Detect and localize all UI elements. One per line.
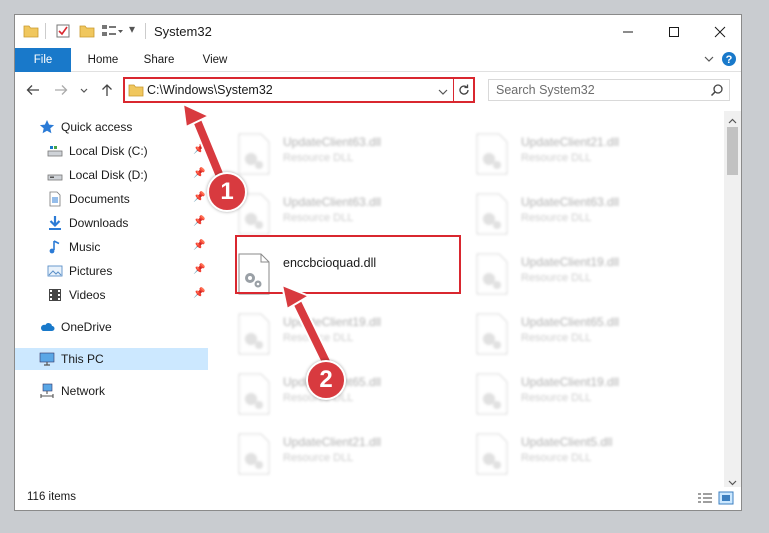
annotation-arrows <box>182 103 336 376</box>
step-2-badge: 2 <box>306 360 346 400</box>
screenshot-stage: ▾ System32 File Home Share View ? C:\Win… <box>0 0 769 533</box>
step-1-badge: 1 <box>207 172 247 212</box>
